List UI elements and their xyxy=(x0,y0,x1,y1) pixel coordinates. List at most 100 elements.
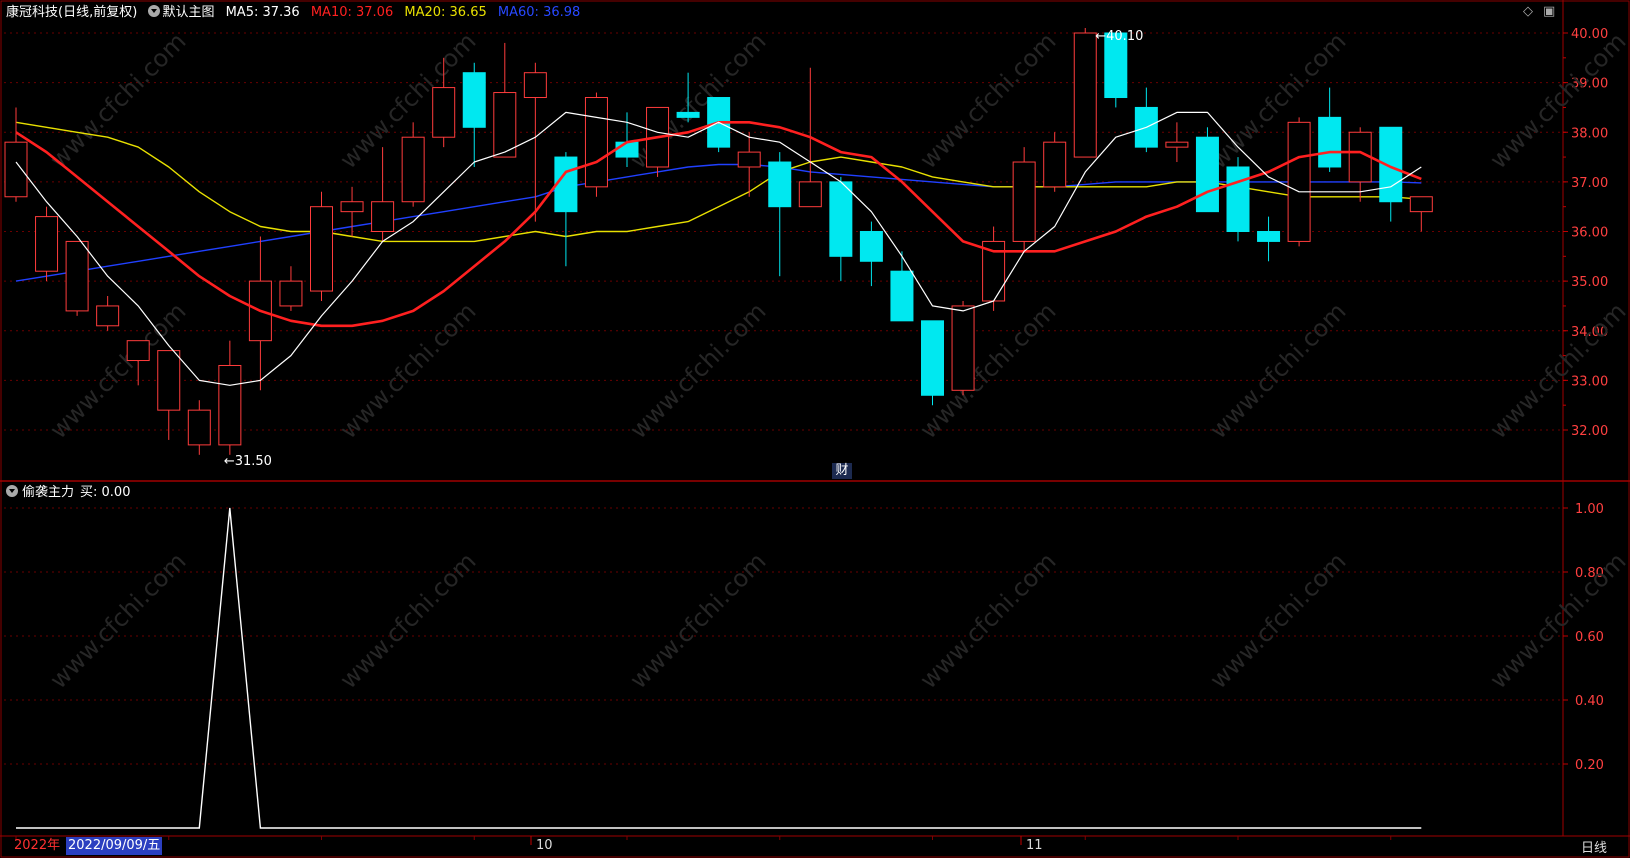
candle-body xyxy=(1043,141,1067,188)
candle-up xyxy=(982,226,1006,311)
candle-body xyxy=(737,151,761,168)
watermark-text: www.cfchi.com xyxy=(914,547,1061,694)
candle-body xyxy=(401,136,425,203)
stock-name[interactable]: 康冠科技 xyxy=(6,5,58,20)
watermark-text: www.cfchi.com xyxy=(624,547,771,694)
stock-period: (日线,前复权) xyxy=(58,5,138,20)
collapse-icon[interactable] xyxy=(148,5,161,17)
main-chart-header: 康冠科技(日线,前复权) 默认主图 MA5: 37.36 MA10: 37.06… xyxy=(6,4,587,22)
indicator-collapse-icon[interactable] xyxy=(6,485,18,497)
candle-body xyxy=(951,305,975,391)
candle-up xyxy=(401,122,425,207)
candle-body xyxy=(310,206,333,292)
low-price-label: ←31.50 xyxy=(224,454,272,469)
diamond-icon[interactable]: ◇ xyxy=(1523,4,1533,19)
watermark-text: www.cfchi.com xyxy=(1484,547,1630,694)
candle-body xyxy=(126,340,150,362)
candle-down xyxy=(890,251,914,322)
watermark-text: www.cfchi.com xyxy=(1204,297,1351,444)
candle-up xyxy=(65,240,89,316)
watermark-text: www.cfchi.com xyxy=(1484,297,1630,444)
candle-up xyxy=(187,400,211,455)
candle-body xyxy=(798,181,822,208)
year-label: 2022年 xyxy=(14,838,61,853)
candle-body xyxy=(432,87,456,138)
indicator-name[interactable]: 偷袭主力 xyxy=(22,485,74,500)
candle-body xyxy=(584,97,608,188)
candle-body xyxy=(462,72,486,128)
candle-down xyxy=(1134,87,1158,153)
candle-up xyxy=(157,350,181,440)
watermark-text: www.cfchi.com xyxy=(1204,547,1351,694)
candle-body xyxy=(523,72,547,99)
candle-up xyxy=(951,300,975,396)
candle-body xyxy=(1409,196,1433,213)
restore-icon[interactable]: ▣ xyxy=(1543,4,1555,19)
candle-body xyxy=(921,320,944,396)
candle-body xyxy=(96,305,120,327)
candle-down xyxy=(1379,126,1403,222)
candle-body xyxy=(4,141,28,198)
chart-canvas[interactable]: 40.0039.0038.0037.0036.0035.0034.0033.00… xyxy=(0,0,1630,858)
date-label: 2022/09/09/五 xyxy=(66,837,163,855)
candle-up xyxy=(493,42,517,158)
candle-up xyxy=(1409,196,1433,232)
ma10-label: MA10: 37.06 xyxy=(310,5,394,20)
indicator-axis-label: 0.60 xyxy=(1575,630,1604,645)
indicator-axis-label: 0.20 xyxy=(1575,758,1604,773)
watermark-text: www.cfchi.com xyxy=(334,547,481,694)
candle-body xyxy=(1257,231,1281,242)
candle-body xyxy=(1226,166,1250,232)
candle-body xyxy=(1165,141,1189,148)
candle-body xyxy=(157,350,181,411)
indicator-value: 买: 0.00 xyxy=(80,485,131,500)
candle-up xyxy=(646,106,670,177)
watermark-text: www.cfchi.com xyxy=(914,27,1061,174)
ma5-label: MA5: 37.36 xyxy=(225,5,300,20)
main-chart-name[interactable]: 默认主图 xyxy=(162,5,214,20)
candle-body xyxy=(890,270,914,322)
price-axis-label: 32.00 xyxy=(1571,424,1608,439)
ma20-label: MA20: 36.65 xyxy=(404,5,487,20)
candle-up xyxy=(584,92,608,197)
candle-body xyxy=(35,216,59,272)
candle-down xyxy=(859,221,883,287)
watermark-text: www.cfchi.com xyxy=(44,547,191,694)
candle-body xyxy=(187,409,211,446)
price-axis-label: 36.00 xyxy=(1571,226,1608,241)
candle-down xyxy=(1195,127,1219,213)
candle-up xyxy=(35,206,59,282)
indicator-axis-label: 0.40 xyxy=(1575,694,1604,709)
price-axis-label: 35.00 xyxy=(1571,275,1608,290)
finance-badge[interactable]: 财 xyxy=(832,463,852,479)
candle-body xyxy=(829,181,853,257)
indicator-axis-label: 1.00 xyxy=(1575,502,1604,517)
candle-up xyxy=(279,266,303,311)
watermark-text: www.cfchi.com xyxy=(624,297,771,444)
price-axis-label: 33.00 xyxy=(1571,374,1608,389)
candle-down xyxy=(462,62,486,167)
candle-up xyxy=(1165,122,1189,163)
ma60-label: MA60: 36.98 xyxy=(497,5,581,20)
price-axis-label: 37.00 xyxy=(1571,176,1608,191)
candle-body xyxy=(554,156,578,213)
candle-body xyxy=(1012,161,1036,242)
candle-down xyxy=(1318,87,1342,172)
candle-up xyxy=(96,296,120,331)
watermark-text: www.cfchi.com xyxy=(334,297,481,444)
watermark-text: www.cfchi.com xyxy=(44,27,191,174)
candle-body xyxy=(493,92,517,158)
period-label[interactable]: 日线 xyxy=(1581,837,1607,856)
candle-body xyxy=(676,111,700,118)
month-10-label: 10 xyxy=(536,838,553,853)
candle-body xyxy=(65,240,89,312)
candle-body xyxy=(371,201,395,233)
candle-up xyxy=(340,186,364,237)
candle-body xyxy=(340,201,364,213)
candle-down xyxy=(1104,32,1128,108)
candle-down xyxy=(1226,157,1250,242)
high-price-label: ←40.10 xyxy=(1095,29,1143,44)
candle-body xyxy=(859,231,883,262)
month-11-label: 11 xyxy=(1026,838,1043,853)
candle-body xyxy=(1318,116,1342,168)
